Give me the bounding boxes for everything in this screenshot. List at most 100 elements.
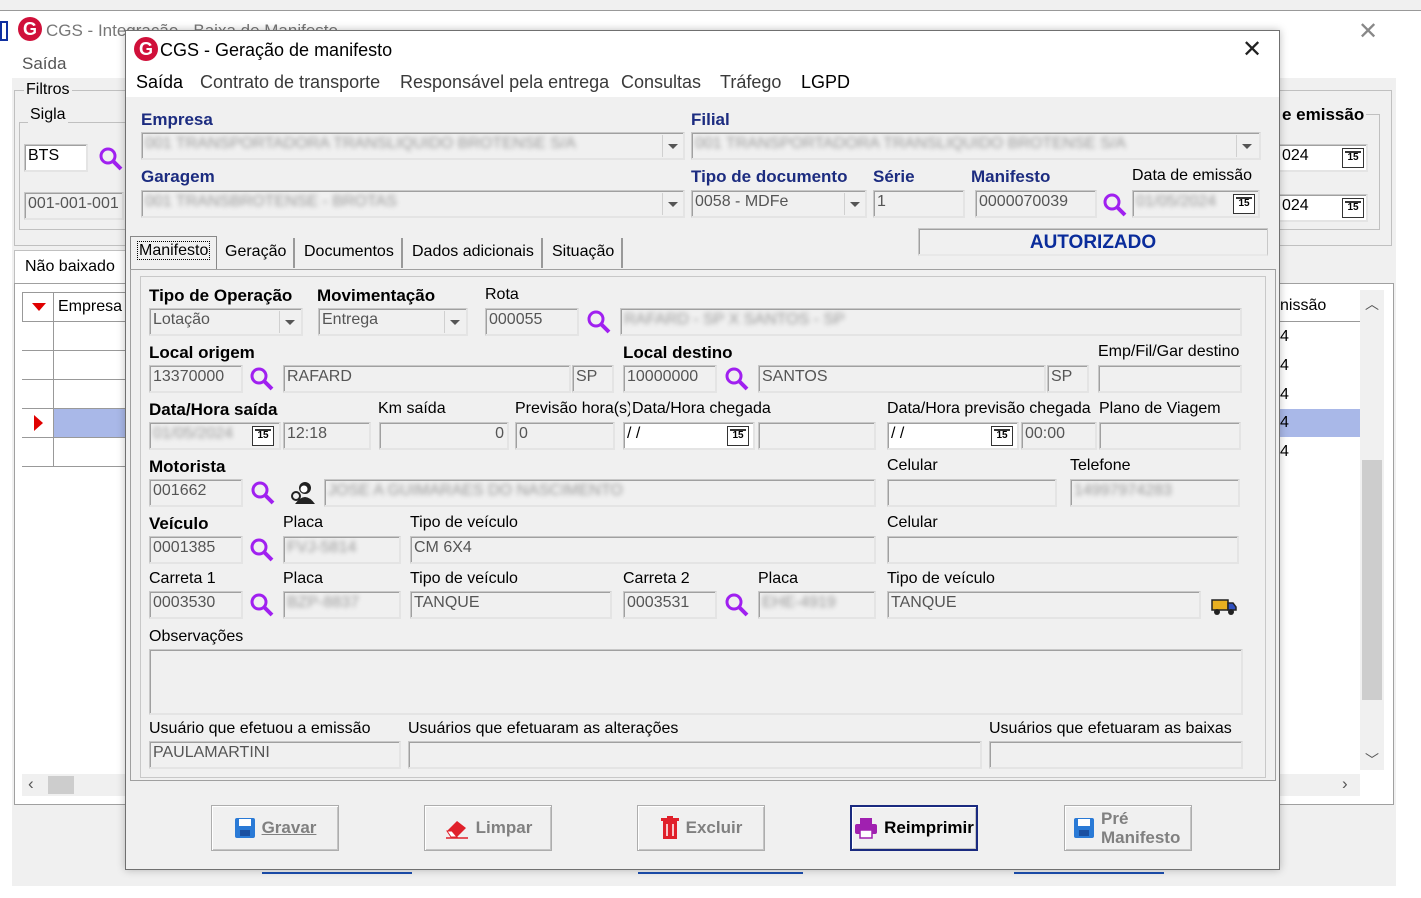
truck-icon[interactable] — [1210, 592, 1238, 618]
tipo-documento-select[interactable]: 0058 - MDFe — [691, 190, 867, 218]
carreta2-placa-field[interactable]: EHE-4919 — [758, 591, 876, 619]
grid-row-1[interactable] — [22, 322, 128, 351]
menu-contrato-transporte[interactable]: Contrato de transporte — [200, 72, 380, 93]
local-origem-uf-field[interactable]: SP — [572, 365, 614, 393]
menu-trafego[interactable]: Tráfego — [720, 72, 781, 93]
scroll-down-icon[interactable]: ﹀ — [1365, 750, 1379, 770]
data-chegada-calendar-icon[interactable]: 15 — [727, 426, 749, 446]
pre-manifesto-button[interactable]: Pré Manifesto — [1064, 805, 1192, 851]
cgs-logo-icon: G — [18, 17, 42, 41]
grid-row-2[interactable] — [22, 351, 128, 380]
telefone-field[interactable]: 14997974283 — [1070, 479, 1240, 507]
garagem-select[interactable]: 001 TRANSBROTENSE - BROTAS — [141, 190, 685, 218]
hora-previsao-field[interactable]: 00:00 — [1021, 422, 1097, 450]
usuario-emissao-field[interactable]: PAULAMARTINI — [149, 741, 401, 769]
grid-row-5[interactable] — [22, 438, 128, 467]
previsao-horas-field[interactable]: 0 — [515, 422, 615, 450]
data-emissao-calendar-icon[interactable]: 15 — [1233, 194, 1255, 214]
motorista-code-field[interactable]: 001662 — [149, 479, 243, 507]
rota-code-field[interactable]: 000055 — [485, 308, 579, 336]
tipo-documento-dropdown-icon[interactable] — [844, 193, 864, 215]
movimentacao-dropdown-icon[interactable] — [444, 311, 464, 333]
grid-row-selected[interactable] — [22, 409, 128, 438]
local-origem-search-icon[interactable] — [249, 366, 275, 392]
reimprimir-button[interactable]: Reimprimir — [850, 805, 978, 851]
bg-close-icon[interactable]: ✕ — [1358, 17, 1378, 46]
tipo-operacao-dropdown-icon[interactable] — [279, 311, 299, 333]
calendar-icon-1[interactable]: 15 — [1342, 148, 1364, 168]
hora-saida-field[interactable]: 12:18 — [283, 422, 371, 450]
motorista-search-icon[interactable] — [250, 480, 276, 506]
manifesto-search-icon[interactable] — [1102, 192, 1128, 218]
scroll-thumb[interactable] — [1362, 460, 1382, 700]
garagem-dropdown-icon[interactable] — [662, 193, 682, 215]
driver-icon[interactable] — [290, 480, 318, 506]
carreta2-tipo-field[interactable]: TANQUE — [887, 591, 1201, 619]
carreta2-search-icon[interactable] — [724, 592, 750, 618]
bg-menu-saida[interactable]: Saída — [22, 54, 66, 74]
tab-documentos[interactable]: Documentos — [297, 238, 403, 268]
grid-row-3[interactable] — [22, 380, 128, 409]
data-previsao-calendar-icon[interactable]: 15 — [991, 426, 1013, 446]
carreta2-code-field[interactable]: 0003531 — [623, 591, 717, 619]
h-scroll-thumb[interactable] — [48, 776, 74, 794]
limpar-button[interactable]: Limpar — [424, 805, 552, 851]
empresa-dropdown-icon[interactable] — [662, 135, 682, 157]
calendar-icon-2[interactable]: 15 — [1342, 198, 1364, 218]
scroll-left-icon[interactable]: ‹ — [28, 774, 34, 794]
tab-situacao[interactable]: Situação — [545, 238, 624, 268]
carreta1-tipo-field[interactable]: TANQUE — [410, 591, 612, 619]
sigla-search-icon[interactable] — [98, 146, 124, 172]
veiculo-tipo-field[interactable]: CM 6X4 — [410, 536, 876, 564]
carreta1-placa-field[interactable]: BZP-8837 — [283, 591, 401, 619]
rota-search-icon[interactable] — [586, 309, 612, 335]
menu-consultas[interactable]: Consultas — [621, 72, 701, 93]
local-destino-name-field[interactable]: SANTOS — [758, 365, 1046, 393]
grid-header-empresa[interactable]: Empresa — [53, 292, 128, 322]
motorista-name-field[interactable]: JOSE A GUIMARAES DO NASCIMENTO — [324, 479, 876, 507]
nao-baixado-tab[interactable]: Não baixado — [14, 250, 128, 284]
celular2-field[interactable] — [887, 536, 1239, 564]
vertical-scrollbar[interactable]: ︿ ﹀ — [1360, 290, 1384, 770]
menu-lgpd[interactable]: LGPD — [801, 72, 850, 93]
plano-viagem-field[interactable] — [1099, 422, 1241, 450]
sigla-input[interactable]: BTS — [24, 144, 88, 172]
scroll-up-icon[interactable]: ︿ — [1365, 294, 1379, 314]
menu-saida[interactable]: Saída — [136, 72, 183, 93]
local-destino-search-icon[interactable] — [724, 366, 750, 392]
local-origem-name-field[interactable]: RAFARD — [283, 365, 571, 393]
serie-field[interactable]: 1 — [873, 190, 965, 218]
scroll-right-icon[interactable]: › — [1342, 774, 1348, 794]
veiculo-code-field[interactable]: 0001385 — [149, 536, 243, 564]
tab-manifesto[interactable]: Manifesto — [130, 236, 218, 270]
usuarios-alteracoes-field[interactable] — [408, 741, 982, 769]
grid-header-emissao[interactable]: nissão — [1278, 292, 1360, 322]
excluir-button[interactable]: Excluir — [637, 805, 765, 851]
data-saida-calendar-icon[interactable]: 15 — [252, 426, 274, 446]
celular-field[interactable] — [887, 479, 1057, 507]
gravar-button[interactable]: Gravar — [211, 805, 339, 851]
carreta1-code-field[interactable]: 0003530 — [149, 591, 243, 619]
local-origem-code-field[interactable]: 13370000 — [149, 365, 243, 393]
km-saida-field[interactable]: 0 — [379, 422, 509, 450]
veiculo-search-icon[interactable] — [249, 537, 275, 563]
tab-geracao[interactable]: Geração — [218, 238, 296, 268]
filial-dropdown-icon[interactable] — [1236, 135, 1256, 157]
hora-chegada-field[interactable] — [758, 422, 876, 450]
observacoes-field[interactable] — [149, 649, 1243, 715]
filial-select[interactable]: 001 TRANSPORTADORA TRANSLIQUIDO BROTENSE… — [691, 132, 1261, 160]
local-destino-code-field[interactable]: 10000000 — [623, 365, 717, 393]
dialog-close-icon[interactable]: ✕ — [1242, 35, 1262, 64]
empresa-select[interactable]: 001 TRANSPORTADORA TRANSLIQUIDO BROTENSE… — [141, 132, 685, 160]
empresa-code-field[interactable]: 001-001-001 — [24, 192, 124, 220]
rota-description-field[interactable]: RAFARD - SP X SANTOS - SP — [620, 308, 1242, 336]
manifesto-field[interactable]: 0000070039 — [975, 190, 1097, 218]
tab-dados-adicionais[interactable]: Dados adicionais — [405, 238, 543, 268]
carreta1-search-icon[interactable] — [249, 592, 275, 618]
menu-responsavel-entrega[interactable]: Responsável pela entrega — [400, 72, 609, 93]
veiculo-placa-field[interactable]: FVJ-5814 — [283, 536, 401, 564]
emp-fil-gar-destino-field[interactable] — [1098, 365, 1242, 393]
usuarios-baixas-field[interactable] — [989, 741, 1243, 769]
local-destino-uf-field[interactable]: SP — [1047, 365, 1089, 393]
grid-header-indicator[interactable] — [22, 292, 54, 322]
